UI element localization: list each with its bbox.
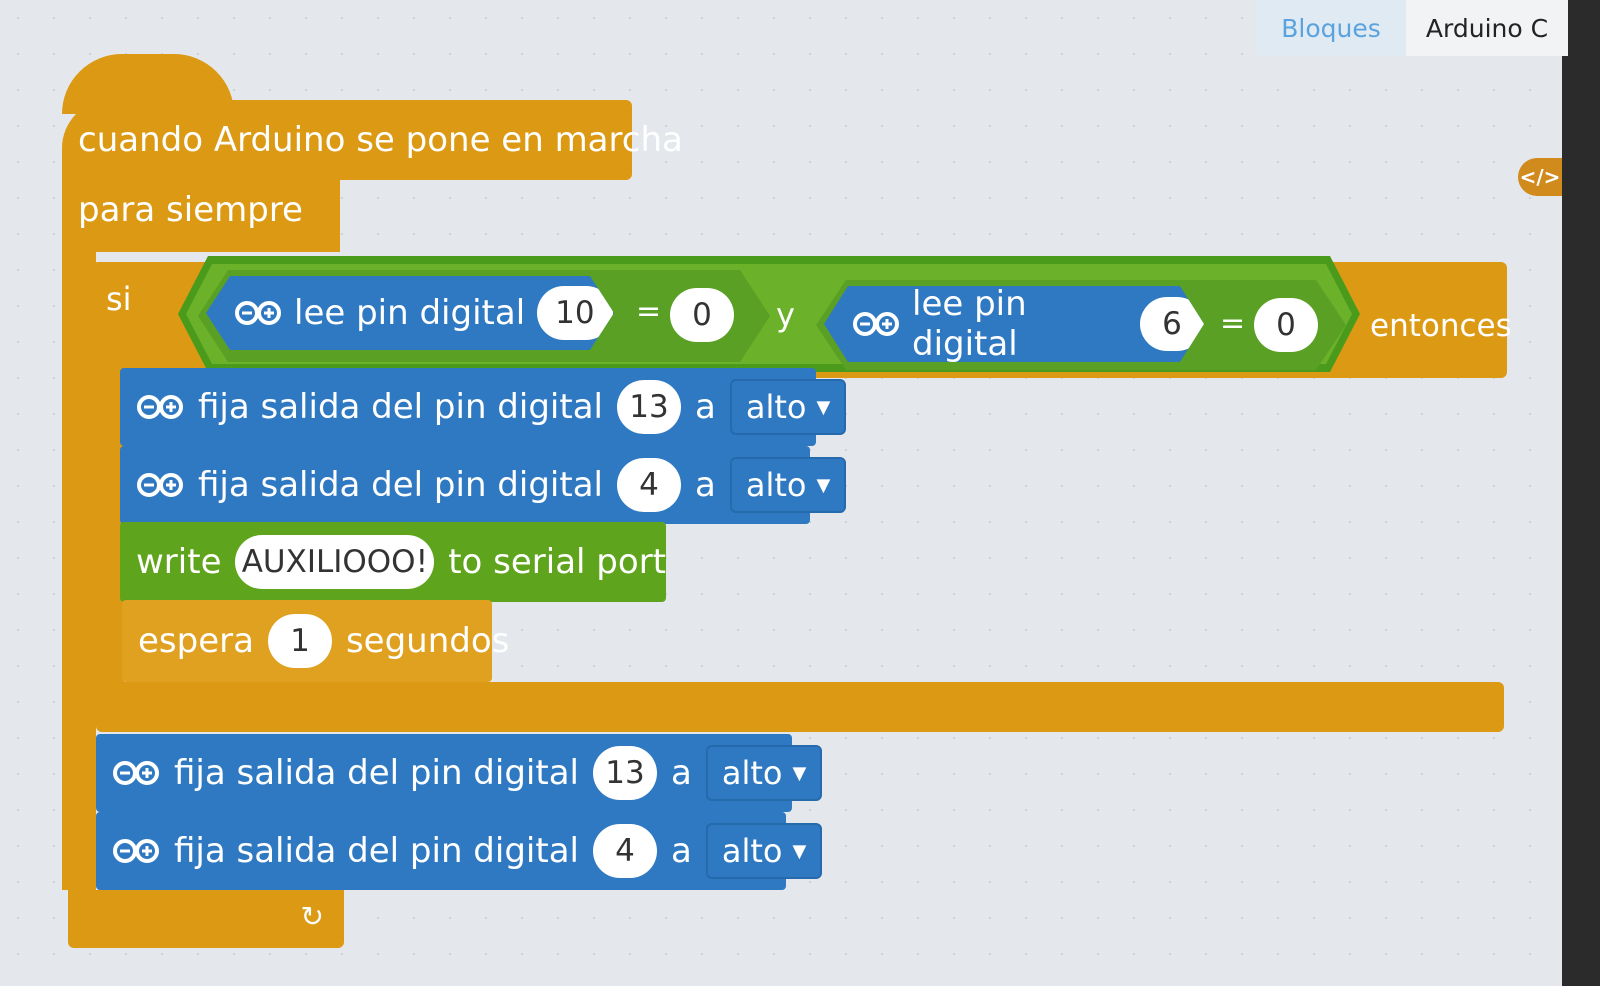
- serial-text-input[interactable]: AUXILIOOO!: [235, 535, 435, 589]
- equals-symbol-1: =: [636, 294, 662, 329]
- pin-input-1[interactable]: 10: [537, 286, 612, 340]
- level-dropdown[interactable]: alto ▼: [705, 745, 823, 801]
- set-digital-pin-4-block[interactable]: fija salida del pin digital 4 a alto ▼: [96, 812, 823, 890]
- hat-label: cuando Arduino se pone en marcha: [78, 120, 683, 160]
- read-digital-pin-2[interactable]: lee pin digital 6: [824, 286, 1204, 362]
- forever-block[interactable]: para siempre: [62, 168, 340, 252]
- screen-bezel: [1562, 0, 1600, 986]
- to-label: a: [670, 831, 692, 871]
- pin-number-input[interactable]: 4: [616, 458, 681, 512]
- tab-blocks[interactable]: Bloques: [1256, 0, 1406, 56]
- level-value: alto: [745, 388, 807, 426]
- arduino-infinity-icon: [136, 472, 184, 498]
- editor-tabs: Bloques Arduino C: [1256, 0, 1568, 58]
- level-value: alto: [721, 832, 783, 870]
- level-dropdown[interactable]: alto ▼: [729, 457, 847, 513]
- if-label: si: [106, 280, 132, 318]
- set-pin-label: fija salida del pin digital: [198, 387, 603, 427]
- forever-bottom[interactable]: ↻: [68, 890, 344, 948]
- level-dropdown[interactable]: alto ▼: [705, 823, 823, 879]
- set-pin-label: fija salida del pin digital: [198, 465, 603, 505]
- arduino-infinity-icon: [136, 394, 184, 420]
- dropdown-caret-icon: ▼: [792, 840, 807, 862]
- and-label: y: [776, 296, 795, 334]
- to-label: a: [694, 387, 716, 427]
- read-digital-pin-1[interactable]: lee pin digital 10: [206, 276, 614, 350]
- arduino-infinity-icon: [234, 300, 282, 326]
- wait-label: espera: [138, 621, 254, 661]
- pin-number-input[interactable]: 4: [592, 824, 657, 878]
- write-label: write: [136, 542, 222, 582]
- if-bottom: [96, 682, 1504, 732]
- read-pin-label-1: lee pin digital: [294, 293, 526, 333]
- set-digital-pin-4-block[interactable]: fija salida del pin digital 4 a alto ▼: [120, 446, 847, 524]
- pin-number-input[interactable]: 13: [616, 380, 681, 434]
- level-value: alto: [745, 466, 807, 504]
- read-pin-label-2: lee pin digital: [912, 284, 1027, 364]
- to-label: a: [670, 753, 692, 793]
- set-digital-pin-13-block[interactable]: fija salida del pin digital 13 a alto ▼: [120, 368, 847, 446]
- arduino-infinity-icon: [112, 760, 160, 786]
- dropdown-caret-icon: ▼: [816, 474, 831, 496]
- wait-seconds-input[interactable]: 1: [267, 614, 332, 668]
- to-label: a: [694, 465, 716, 505]
- wait-seconds-block[interactable]: espera 1 segundos: [122, 600, 509, 682]
- dropdown-caret-icon: ▼: [816, 396, 831, 418]
- serial-write-block[interactable]: write AUXILIOOO! to serial port: [120, 522, 666, 602]
- equals-symbol-2: =: [1220, 306, 1246, 341]
- level-value: alto: [721, 754, 783, 792]
- set-digital-pin-13-block[interactable]: fija salida del pin digital 13 a alto ▼: [96, 734, 823, 812]
- forever-left-arm: [62, 250, 96, 890]
- dropdown-caret-icon: ▼: [792, 762, 807, 784]
- seconds-label: segundos: [345, 621, 510, 661]
- level-dropdown[interactable]: alto ▼: [729, 379, 847, 435]
- tab-arduino-c[interactable]: Arduino C: [1406, 0, 1568, 56]
- arduino-infinity-icon: [112, 838, 160, 864]
- compare-value-input-2[interactable]: 0: [1254, 298, 1318, 352]
- serial-port-label: to serial port: [448, 542, 666, 582]
- loop-arrow-icon: ↻: [300, 900, 324, 933]
- compare-value-input-1[interactable]: 0: [670, 288, 734, 342]
- set-pin-label: fija salida del pin digital: [174, 753, 579, 793]
- forever-label: para siempre: [78, 190, 303, 230]
- then-label: entonces: [1370, 308, 1512, 344]
- arduino-infinity-icon: [852, 311, 900, 337]
- code-view-toggle-icon[interactable]: </>: [1518, 158, 1562, 196]
- set-pin-label: fija salida del pin digital: [174, 831, 579, 871]
- pin-number-input[interactable]: 13: [592, 746, 657, 800]
